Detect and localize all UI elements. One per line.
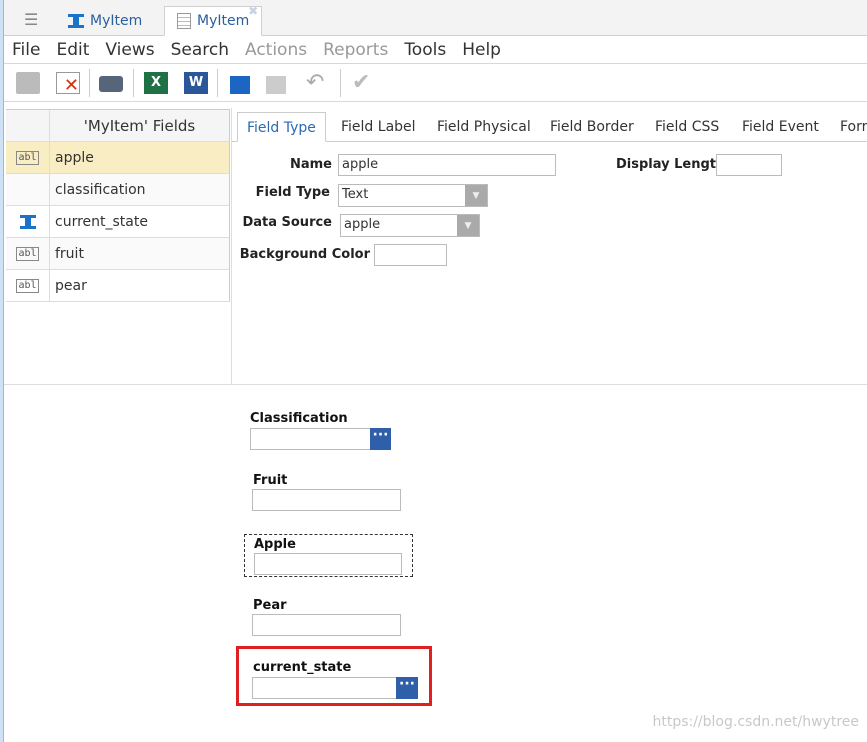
tab-label: MyItem xyxy=(90,13,143,29)
print-icon[interactable] xyxy=(99,76,123,92)
tab-field-border[interactable]: Field Border xyxy=(550,112,634,142)
name-label: Name xyxy=(289,157,332,172)
field-type-label: Field Type xyxy=(255,185,330,200)
grid-header: 'MyItem' Fields xyxy=(6,110,230,142)
apple-input[interactable] xyxy=(254,553,402,575)
menu-file[interactable]: File xyxy=(4,40,48,60)
name-input[interactable]: apple xyxy=(338,154,556,176)
done-icon[interactable]: ✔ xyxy=(352,72,376,94)
tab-myitem-itemtype[interactable]: MyItem xyxy=(68,6,142,36)
chevron-down-icon: ▼ xyxy=(457,215,479,236)
fruit-input[interactable] xyxy=(252,489,401,511)
table-row[interactable]: current_state xyxy=(6,206,230,238)
pear-input[interactable] xyxy=(252,614,401,636)
data-source-label: Data Source xyxy=(242,215,332,230)
current-state-input[interactable] xyxy=(252,677,397,699)
field-type-value: Text xyxy=(342,187,369,202)
splitter[interactable] xyxy=(4,384,867,385)
menu-actions[interactable]: Actions xyxy=(237,40,315,60)
table-row[interactable]: abl pear xyxy=(6,270,230,302)
menu-edit[interactable]: Edit xyxy=(48,40,97,60)
field-name: apple xyxy=(55,149,94,166)
display-length-input[interactable] xyxy=(716,154,782,176)
text-field-icon: abl xyxy=(16,278,39,293)
chevron-down-icon: ▼ xyxy=(465,185,487,206)
field-name: classification xyxy=(55,181,146,198)
save-icon[interactable] xyxy=(16,72,40,94)
item-type-icon xyxy=(68,14,84,28)
text-field-icon: abl xyxy=(16,246,39,261)
table-row[interactable]: abl apple xyxy=(6,142,230,174)
tab-field-type[interactable]: Field Type xyxy=(237,112,326,142)
menu-bar: File Edit Views Search Actions Reports T… xyxy=(4,36,867,64)
word-icon[interactable]: W xyxy=(184,72,208,94)
table-row[interactable]: classification xyxy=(6,174,230,206)
undo-icon[interactable]: ↶ xyxy=(306,72,330,94)
field-type-select[interactable]: Text ▼ xyxy=(338,184,488,207)
data-source-value: apple xyxy=(344,217,381,232)
item-type-icon xyxy=(19,214,36,229)
excel-icon[interactable]: X xyxy=(144,72,168,94)
pear-label: Pear xyxy=(253,598,287,613)
form-icon xyxy=(177,13,191,29)
field-name: pear xyxy=(55,277,87,294)
close-tab-icon[interactable]: ✖ xyxy=(248,4,258,18)
menu-help[interactable]: Help xyxy=(454,40,509,60)
background-color-input[interactable] xyxy=(374,244,447,266)
menu-tools[interactable]: Tools xyxy=(396,40,454,60)
menu-reports[interactable]: Reports xyxy=(315,40,396,60)
tab-field-css[interactable]: Field CSS xyxy=(655,112,719,142)
toolbar: ✕ X W ↶ ✔ xyxy=(4,64,867,102)
field-name: current_state xyxy=(55,213,148,230)
document-tab-bar: ☰ MyItem MyItem ✖ xyxy=(4,0,867,36)
window-edge xyxy=(0,0,4,742)
data-source-select[interactable]: apple ▼ xyxy=(340,214,480,237)
tab-field-event[interactable]: Field Event xyxy=(742,112,819,142)
tab-field-physical[interactable]: Field Physical xyxy=(437,112,531,142)
fruit-label: Fruit xyxy=(253,473,288,488)
panel-divider[interactable] xyxy=(231,108,232,384)
current-state-ellipsis-button[interactable]: ··· xyxy=(396,677,418,699)
classification-ellipsis-button[interactable]: ··· xyxy=(370,428,391,450)
menu-search[interactable]: Search xyxy=(163,40,237,60)
text-field-icon: abl xyxy=(16,150,39,165)
lock-icon[interactable] xyxy=(230,76,250,94)
background-color-label: Background Color xyxy=(239,247,370,262)
hamburger-menu-icon[interactable]: ☰ xyxy=(24,10,38,29)
tab-field-label[interactable]: Field Label xyxy=(341,112,416,142)
menu-views[interactable]: Views xyxy=(97,40,162,60)
current-state-label: current_state xyxy=(253,660,352,675)
table-row[interactable]: abl fruit xyxy=(6,238,230,270)
field-name: fruit xyxy=(55,245,84,262)
tab-myitem-form[interactable]: MyItem ✖ xyxy=(164,4,263,36)
fields-grid: 'MyItem' Fields abl apple classification … xyxy=(6,109,230,302)
unlock-icon[interactable] xyxy=(266,76,286,94)
discard-icon[interactable]: ✕ xyxy=(56,72,80,96)
tab-form[interactable]: Forr xyxy=(840,112,867,142)
classification-input[interactable] xyxy=(250,428,371,450)
classification-label: Classification xyxy=(250,411,348,426)
grid-header-label: 'MyItem' Fields xyxy=(50,110,229,141)
apple-label: Apple xyxy=(254,537,296,552)
watermark: https://blog.csdn.net/hwytree xyxy=(652,714,859,730)
property-tabs: Field Type Field Label Field Physical Fi… xyxy=(232,108,867,142)
display-length-label: Display Length xyxy=(616,157,726,172)
tab-label: MyItem xyxy=(197,13,250,29)
